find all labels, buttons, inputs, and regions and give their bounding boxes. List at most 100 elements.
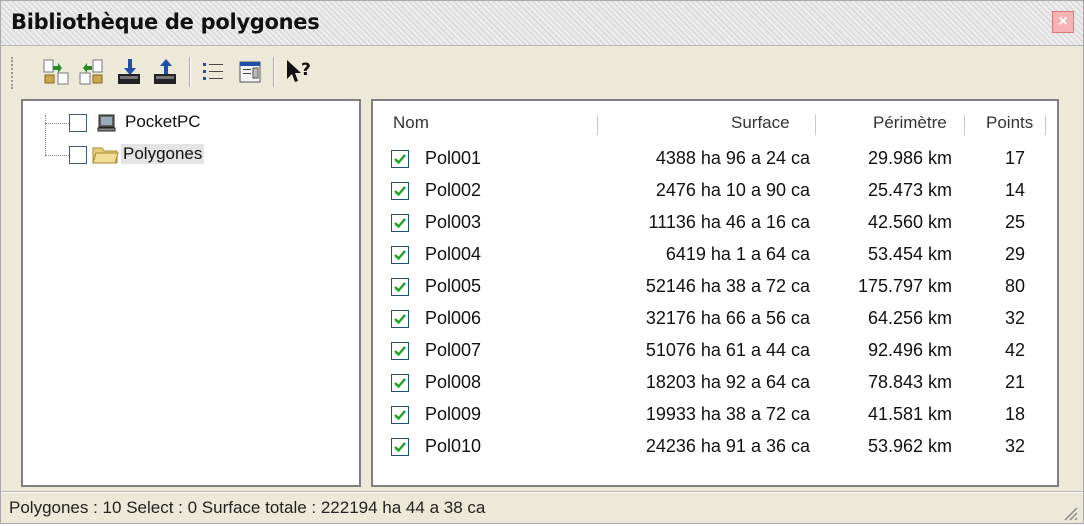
tree-connector	[45, 123, 69, 124]
row-name: Pol006	[425, 308, 482, 328]
resize-grip-icon[interactable]	[1061, 504, 1079, 522]
properties-button[interactable]	[235, 57, 265, 87]
row-checkbox[interactable]	[391, 438, 409, 456]
row-perimeter: 41.581 km	[867, 404, 952, 424]
checkmark-icon	[394, 250, 406, 261]
copy-from-device-icon	[79, 59, 103, 85]
row-checkbox[interactable]	[391, 374, 409, 392]
row-points: 32	[1004, 436, 1025, 456]
tree-connector	[45, 155, 69, 156]
tree-checkbox-polygones[interactable]	[69, 146, 87, 164]
table-row[interactable]: Pol010 24236 ha 91 a 36 ca 53.962 km 32	[387, 432, 1047, 464]
row-points: 29	[1004, 244, 1025, 264]
row-surface: 11136 ha 46 a 16 ca	[648, 212, 810, 232]
row-surface: 32176 ha 66 a 56 ca	[645, 308, 810, 328]
toolbar-separator-2	[273, 57, 275, 87]
row-checkbox[interactable]	[391, 278, 409, 296]
row-points: 21	[1004, 372, 1025, 392]
copy-from-device-button[interactable]	[77, 57, 107, 87]
list-view-button[interactable]	[199, 57, 229, 87]
column-header-points[interactable]: Points	[986, 113, 1033, 133]
help-pointer-icon: ?	[287, 60, 311, 82]
row-points: 14	[1004, 180, 1025, 200]
table-row[interactable]: Pol002 2476 ha 10 a 90 ca 25.473 km 14	[387, 176, 1047, 208]
table-row[interactable]: Pol007 51076 ha 61 a 44 ca 92.496 km 42	[387, 336, 1047, 368]
copy-to-device-button[interactable]	[41, 57, 71, 87]
checkmark-icon	[394, 186, 406, 197]
row-points: 42	[1004, 340, 1025, 360]
tree-panel[interactable]: PocketPC Polygones	[21, 99, 361, 487]
checkmark-icon	[394, 346, 406, 357]
title-bar[interactable]: Bibliothèque de polygones ×	[1, 1, 1083, 46]
toolbar-separator	[189, 57, 191, 87]
export-button[interactable]	[151, 57, 181, 87]
table-row[interactable]: Pol003 11136 ha 46 a 16 ca 42.560 km 25	[387, 208, 1047, 240]
row-points: 25	[1004, 212, 1025, 232]
column-divider[interactable]	[597, 115, 599, 135]
row-surface: 24236 ha 91 a 36 ca	[645, 436, 810, 456]
help-button[interactable]: ?	[283, 57, 313, 87]
row-surface: 4388 ha 96 a 24 ca	[655, 148, 810, 168]
computer-icon	[97, 114, 116, 132]
row-perimeter: 42.560 km	[867, 212, 952, 232]
table-row[interactable]: Pol008 18203 ha 92 a 64 ca 78.843 km 21	[387, 368, 1047, 400]
row-perimeter: 175.797 km	[857, 276, 952, 296]
checkmark-icon	[394, 410, 406, 421]
pane-splitter[interactable]	[361, 99, 371, 487]
svg-text:?: ?	[301, 60, 311, 80]
list-view-icon	[203, 63, 223, 80]
row-checkbox[interactable]	[391, 214, 409, 232]
row-points: 32	[1004, 308, 1025, 328]
column-divider[interactable]	[1045, 115, 1047, 135]
row-perimeter: 53.454 km	[867, 244, 952, 264]
status-bar: Polygones : 10 Select : 0 Surface totale…	[1, 491, 1083, 526]
table-row[interactable]: Pol009 19933 ha 38 a 72 ca 41.581 km 18	[387, 400, 1047, 432]
table-row[interactable]: Pol005 52146 ha 38 a 72 ca 175.797 km 80	[387, 272, 1047, 304]
column-header-perimeter[interactable]: Périmètre	[873, 113, 947, 133]
tree-checkbox-pocketpc[interactable]	[69, 114, 87, 132]
checkmark-icon	[394, 314, 406, 325]
table-row[interactable]: Pol004 6419 ha 1 a 64 ca 53.454 km 29	[387, 240, 1047, 272]
row-checkbox[interactable]	[391, 246, 409, 264]
row-checkbox[interactable]	[391, 310, 409, 328]
row-surface: 19933 ha 38 a 72 ca	[645, 404, 810, 424]
row-surface: 52146 ha 38 a 72 ca	[645, 276, 810, 296]
tree-item-pocketpc[interactable]: PocketPC	[125, 112, 201, 132]
checkmark-icon	[394, 218, 406, 229]
import-button[interactable]	[115, 57, 145, 87]
export-icon	[154, 59, 176, 84]
row-name: Pol009	[425, 404, 482, 424]
table-row[interactable]: Pol001 4388 ha 96 a 24 ca 29.986 km 17	[387, 144, 1047, 176]
checkmark-icon	[394, 378, 406, 389]
row-points: 80	[1004, 276, 1025, 296]
tree-item-polygones[interactable]: Polygones	[121, 144, 205, 164]
row-points: 18	[1004, 404, 1025, 424]
status-divider	[1, 492, 1083, 493]
row-perimeter: 64.256 km	[867, 308, 952, 328]
properties-icon	[239, 61, 261, 83]
row-surface: 6419 ha 1 a 64 ca	[665, 244, 810, 264]
row-points: 17	[1004, 148, 1025, 168]
row-checkbox[interactable]	[391, 342, 409, 360]
column-divider[interactable]	[815, 115, 817, 135]
checkmark-icon	[394, 442, 406, 453]
copy-to-device-icon	[43, 59, 69, 85]
row-name: Pol002	[425, 180, 482, 200]
row-surface: 51076 ha 61 a 44 ca	[645, 340, 810, 360]
row-checkbox[interactable]	[391, 406, 409, 424]
row-perimeter: 29.986 km	[867, 148, 952, 168]
row-checkbox[interactable]	[391, 182, 409, 200]
row-checkbox[interactable]	[391, 150, 409, 168]
row-name: Pol008	[425, 372, 482, 392]
column-header-surface[interactable]: Surface	[731, 113, 790, 133]
folder-icon	[92, 147, 119, 164]
table-row[interactable]: Pol006 32176 ha 66 a 56 ca 64.256 km 32	[387, 304, 1047, 336]
row-name: Pol004	[425, 244, 482, 264]
row-name: Pol005	[425, 276, 482, 296]
toolbar-grip[interactable]	[11, 57, 17, 89]
column-header-name[interactable]: Nom	[393, 113, 429, 133]
column-divider[interactable]	[964, 115, 966, 135]
close-button[interactable]: ×	[1052, 11, 1074, 33]
row-surface: 2476 ha 10 a 90 ca	[655, 180, 810, 200]
row-perimeter: 25.473 km	[867, 180, 952, 200]
